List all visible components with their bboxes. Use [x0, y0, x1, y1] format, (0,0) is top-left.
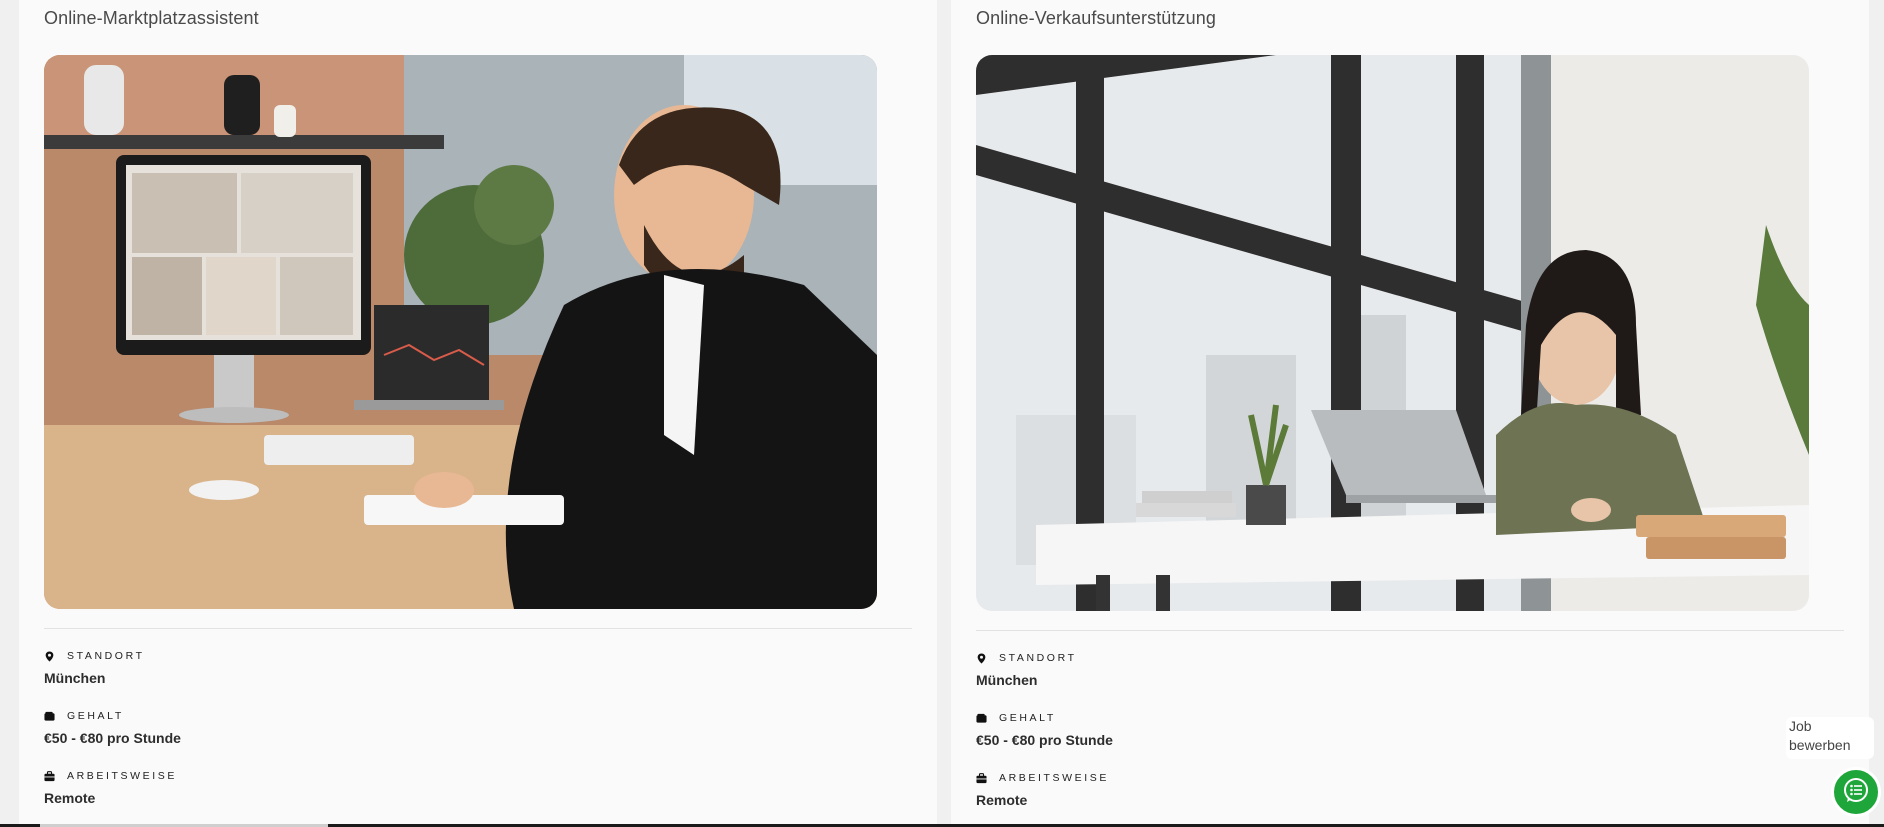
- work-mode-info: ARBEITSWEISE Remote: [44, 770, 177, 806]
- briefcase-icon: [976, 772, 987, 784]
- salary-info: GEHALT €50 - €80 pro Stunde: [976, 712, 1113, 748]
- location-info: STANDORT München: [44, 650, 145, 686]
- salary-value: €50 - €80 pro Stunde: [44, 730, 181, 746]
- location-info: STANDORT München: [976, 652, 1077, 688]
- divider: [976, 630, 1844, 631]
- chat-button[interactable]: [1831, 767, 1881, 817]
- salary-info: GEHALT €50 - €80 pro Stunde: [44, 710, 181, 746]
- apply-job-link[interactable]: Job bewerben: [1786, 717, 1874, 759]
- location-label: STANDORT: [999, 652, 1077, 664]
- location-pin-icon: [44, 650, 55, 662]
- wallet-icon: [976, 713, 987, 724]
- work-mode-value: Remote: [44, 790, 96, 806]
- job-card[interactable]: Online-Verkaufsunterstützung STANDORT Mü…: [951, 0, 1869, 827]
- work-mode-value: Remote: [976, 792, 1028, 808]
- salary-label: GEHALT: [67, 710, 124, 722]
- list-chat-icon: [1843, 777, 1869, 808]
- job-image: [976, 55, 1809, 611]
- location-value: München: [976, 672, 1038, 688]
- salary-value: €50 - €80 pro Stunde: [976, 732, 1113, 748]
- wallet-icon: [44, 711, 55, 722]
- briefcase-icon: [44, 770, 55, 782]
- salary-label: GEHALT: [999, 712, 1056, 724]
- work-mode-info: ARBEITSWEISE Remote: [976, 772, 1109, 808]
- work-mode-label: ARBEITSWEISE: [999, 772, 1109, 784]
- job-image: [44, 55, 877, 609]
- job-title[interactable]: Online-Verkaufsunterstützung: [976, 8, 1216, 29]
- location-label: STANDORT: [67, 650, 145, 662]
- job-card[interactable]: Online-Marktplatzassistent STANDORT Münc…: [19, 0, 937, 827]
- location-pin-icon: [976, 652, 987, 664]
- divider: [44, 628, 912, 629]
- location-value: München: [44, 670, 106, 686]
- job-title[interactable]: Online-Marktplatzassistent: [44, 8, 259, 29]
- work-mode-label: ARBEITSWEISE: [67, 770, 177, 782]
